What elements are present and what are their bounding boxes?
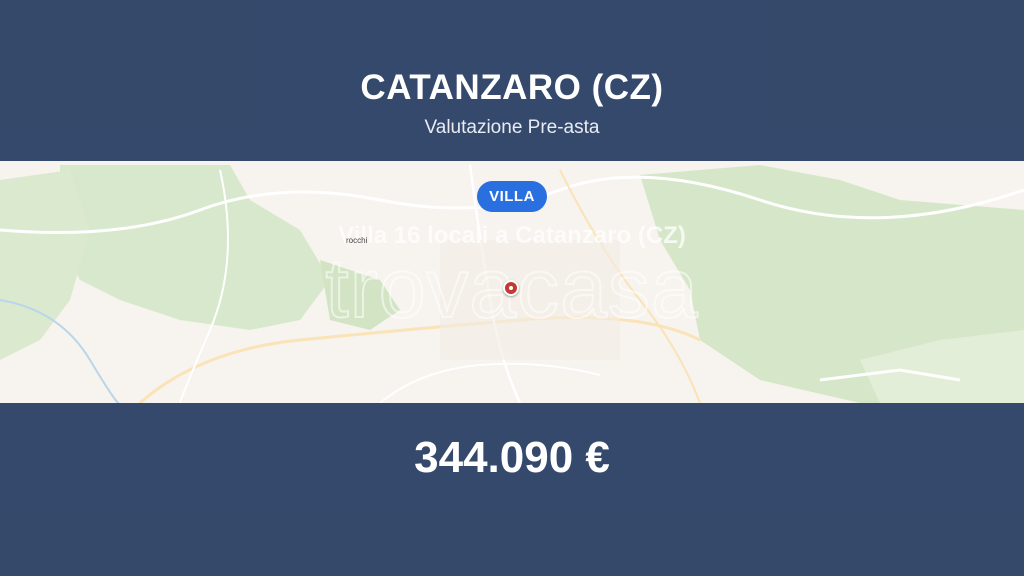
page-subtitle: Valutazione Pre-asta — [424, 117, 600, 138]
map-pin-icon[interactable] — [503, 280, 519, 296]
footer-band — [0, 403, 1024, 576]
property-type-badge: VILLA — [477, 181, 547, 212]
page-title: CATANZARO (CZ) — [360, 68, 664, 107]
map-town-label: rocchi — [346, 236, 368, 245]
price-value: 344.090 € — [414, 433, 610, 482]
